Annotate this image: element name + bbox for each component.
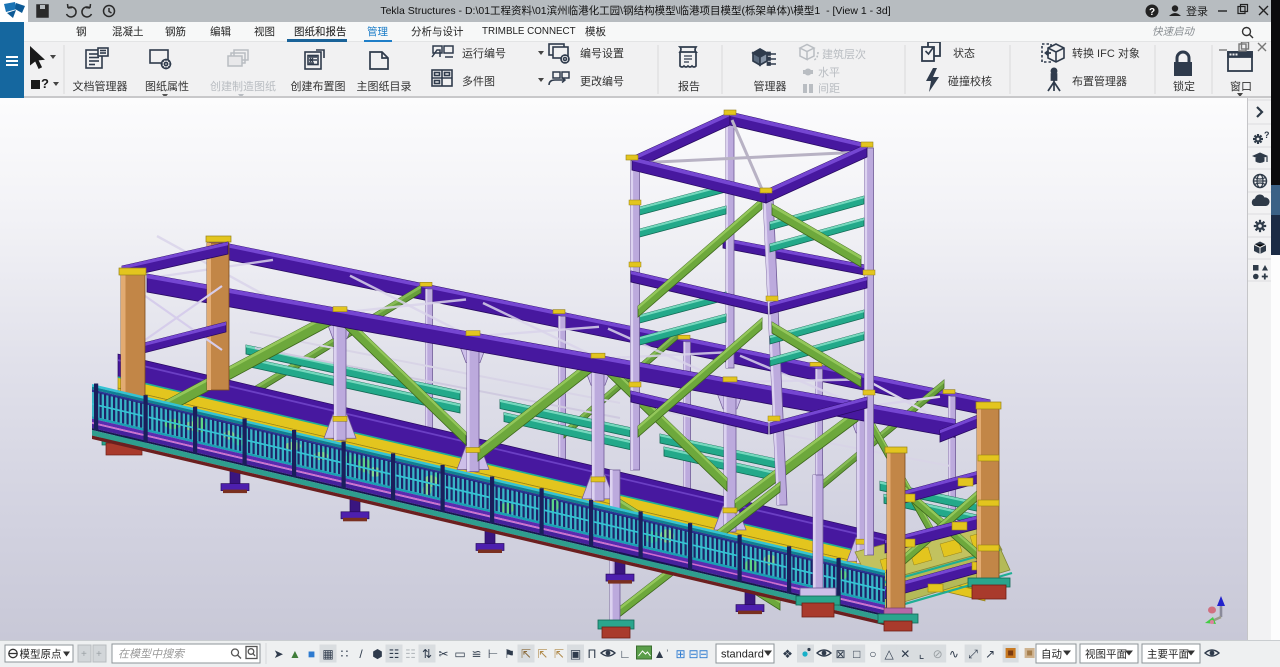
- svg-text:△: △: [884, 647, 894, 661]
- svg-text:锁定: 锁定: [1173, 79, 1195, 93]
- svg-text:间距: 间距: [818, 82, 840, 95]
- svg-text:○: ○: [869, 647, 876, 661]
- svg-text:?: ?: [41, 76, 49, 91]
- svg-text:+: +: [81, 649, 87, 660]
- svg-text:自动: 自动: [1041, 648, 1062, 661]
- svg-text:在模型中搜索: 在模型中搜索: [118, 648, 186, 661]
- svg-text:⇱: ⇱: [554, 647, 564, 661]
- svg-text:☷: ☷: [405, 647, 416, 661]
- svg-text:建筑层次: 建筑层次: [822, 47, 866, 61]
- svg-text:standard: standard: [721, 649, 764, 661]
- svg-text:报告: 报告: [678, 79, 700, 93]
- svg-text:⌞: ⌞: [919, 647, 925, 661]
- svg-text:?: ?: [1264, 130, 1270, 140]
- svg-text:编号设置: 编号设置: [580, 46, 624, 60]
- svg-text:▲: ▲: [289, 647, 301, 661]
- svg-text:布置管理器: 布置管理器: [1072, 74, 1127, 88]
- svg-text:■: ■: [308, 647, 315, 661]
- svg-text:登录: 登录: [1186, 4, 1208, 18]
- svg-text:▲ʾ: ▲ʾ: [654, 647, 670, 661]
- svg-text:⊢: ⊢: [488, 647, 498, 661]
- svg-text:⊞: ⊞: [675, 647, 685, 661]
- svg-text:更改编号: 更改编号: [580, 74, 624, 88]
- svg-text:➤: ➤: [273, 647, 283, 661]
- svg-text:⤢: ⤢: [967, 647, 978, 661]
- svg-text:⚑: ⚑: [504, 647, 515, 661]
- svg-text:□: □: [853, 647, 860, 661]
- svg-text:?: ?: [1149, 7, 1155, 18]
- svg-text:∷: ∷: [341, 647, 349, 661]
- svg-text:▣: ▣: [570, 647, 581, 661]
- svg-text:≌: ≌: [471, 647, 481, 661]
- svg-text:窗口: 窗口: [1230, 79, 1252, 93]
- svg-text:❖: ❖: [782, 647, 793, 661]
- svg-text:☷: ☷: [389, 647, 400, 661]
- svg-text:转换 IFC 对象: 转换 IFC 对象: [1072, 46, 1140, 60]
- svg-text:▦: ▦: [322, 647, 333, 661]
- svg-text:∟: ∟: [619, 647, 631, 661]
- svg-text:⇱: ⇱: [521, 647, 531, 661]
- svg-text:文档管理器: 文档管理器: [73, 79, 128, 93]
- svg-text:⬢: ⬢: [372, 647, 382, 661]
- svg-text:主图纸目录: 主图纸目录: [357, 80, 412, 93]
- svg-text:创建布置图: 创建布置图: [291, 79, 346, 93]
- svg-text:⇱: ⇱: [537, 647, 547, 661]
- svg-text:管理器: 管理器: [754, 79, 787, 93]
- svg-text:Π: Π: [588, 647, 597, 661]
- svg-text:图纸属性: 图纸属性: [145, 79, 189, 93]
- svg-text:⊟⊟: ⊟⊟: [688, 647, 708, 661]
- svg-text:∿: ∿: [949, 647, 959, 661]
- svg-text:多件图: 多件图: [462, 74, 495, 88]
- svg-text:▭: ▭: [454, 647, 465, 661]
- svg-text:水平: 水平: [818, 66, 840, 79]
- svg-text:+: +: [96, 649, 102, 660]
- svg-text:⇅: ⇅: [422, 647, 432, 661]
- svg-text:⊘: ⊘: [933, 647, 943, 661]
- svg-text:创建制造图纸: 创建制造图纸: [210, 79, 276, 93]
- svg-text:碰撞校核: 碰撞校核: [948, 74, 992, 88]
- svg-text:主要平面: 主要平面: [1147, 649, 1189, 661]
- svg-text:运行编号: 运行编号: [462, 46, 506, 60]
- svg-text:状态: 状态: [953, 46, 975, 60]
- svg-text:模型原点: 模型原点: [20, 648, 62, 661]
- svg-text:✕: ✕: [900, 647, 910, 661]
- svg-text:视图平面: 视图平面: [1085, 648, 1127, 661]
- svg-text:↗: ↗: [985, 647, 995, 661]
- svg-text:✂: ✂: [438, 647, 448, 661]
- svg-text:⊠: ⊠: [835, 647, 845, 661]
